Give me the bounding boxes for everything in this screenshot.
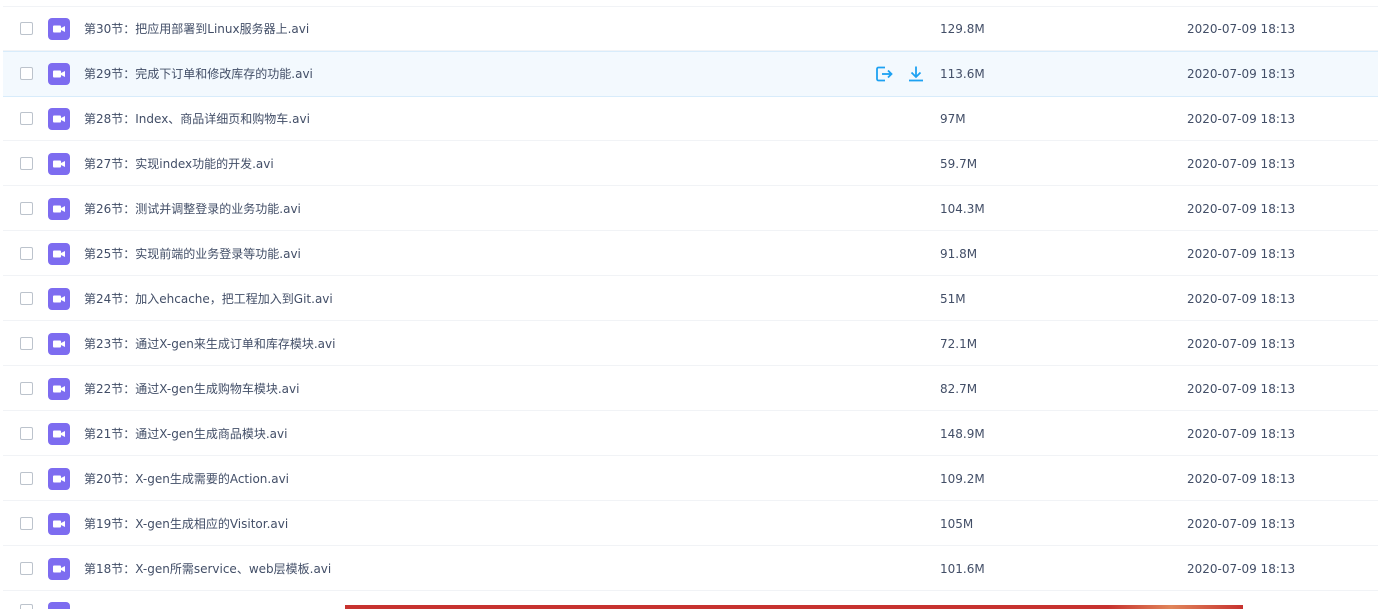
row-checkbox[interactable] (20, 562, 33, 575)
file-size: 82.7M (940, 382, 978, 396)
file-modified-date: 2020-07-09 18:13 (1187, 517, 1296, 531)
share-icon[interactable] (874, 64, 894, 84)
file-size: 51M (940, 292, 966, 306)
file-size: 104.3M (940, 202, 985, 216)
file-modified-date: 2020-07-09 18:13 (1187, 337, 1296, 351)
file-modified-date: 2020-07-09 18:13 (1187, 562, 1296, 576)
file-modified-date: 2020-07-09 18:13 (1187, 202, 1296, 216)
file-modified-date: 2020-07-09 18:13 (1187, 472, 1296, 486)
file-size: 148.9M (940, 427, 985, 441)
file-modified-date: 2020-07-09 18:13 (1187, 157, 1296, 171)
file-row[interactable]: 第20节：X-gen生成需要的Action.avi 109.2M 2020-07… (3, 457, 1378, 501)
video-file-icon (48, 558, 70, 580)
file-size: 101.6M (940, 562, 985, 576)
file-row[interactable]: 第28节：Index、商品详细页和购物车.avi 97M 2020-07-09 … (3, 97, 1378, 141)
file-name[interactable]: 第28节：Index、商品详细页和购物车.avi (84, 111, 310, 127)
download-icon[interactable] (906, 64, 926, 84)
file-modified-date: 2020-07-09 18:13 (1187, 67, 1296, 81)
file-modified-date: 2020-07-09 18:13 (1187, 427, 1296, 441)
file-name[interactable]: 第30节：把应用部署到Linux服务器上.avi (84, 21, 309, 37)
video-file-icon (48, 378, 70, 400)
file-size: 105M (940, 517, 974, 531)
file-modified-date: 2020-07-09 18:13 (1187, 22, 1296, 36)
video-file-icon (48, 333, 70, 355)
row-checkbox[interactable] (20, 67, 33, 80)
video-file-icon (48, 423, 70, 445)
row-checkbox[interactable] (20, 22, 33, 35)
file-size: 129.8M (940, 22, 985, 36)
video-file-icon (48, 288, 70, 310)
file-name[interactable]: 第23节：通过X-gen来生成订单和库存模块.avi (84, 336, 335, 352)
row-checkbox[interactable] (20, 337, 33, 350)
video-file-icon (48, 513, 70, 535)
file-name[interactable]: 第25节：实现前端的业务登录等功能.avi (84, 246, 301, 262)
file-modified-date: 2020-07-09 18:13 (1187, 382, 1296, 396)
file-row[interactable]: 第21节：通过X-gen生成商品模块.avi 148.9M 2020-07-09… (3, 412, 1378, 456)
file-name[interactable]: 第29节：完成下订单和修改库存的功能.avi (84, 66, 313, 82)
row-checkbox[interactable] (20, 202, 33, 215)
row-checkbox[interactable] (20, 157, 33, 170)
bottom-banner-strip (345, 605, 1243, 609)
video-file-icon (48, 153, 70, 175)
row-checkbox[interactable] (20, 292, 33, 305)
file-row[interactable]: 第30节：把应用部署到Linux服务器上.avi 129.8M 2020-07-… (3, 7, 1378, 51)
file-size: 91.8M (940, 247, 978, 261)
file-list: 第30节：把应用部署到Linux服务器上.avi 129.8M 2020-07-… (0, 0, 1379, 609)
file-row[interactable]: 第27节：实现index功能的开发.avi 59.7M 2020-07-09 1… (3, 142, 1378, 186)
file-name[interactable]: 第20节：X-gen生成需要的Action.avi (84, 471, 289, 487)
file-size: 97M (940, 112, 966, 126)
video-file-icon (48, 108, 70, 130)
file-size: 113.6M (940, 67, 985, 81)
video-file-icon (48, 198, 70, 220)
file-size: 109.2M (940, 472, 985, 486)
row-checkbox[interactable] (20, 472, 33, 485)
row-checkbox[interactable] (20, 427, 33, 440)
file-name[interactable]: 第21节：通过X-gen生成商品模块.avi (84, 426, 287, 442)
file-row[interactable]: 第24节：加入ehcache，把工程加入到Git.avi 51M 2020-07… (3, 277, 1378, 321)
video-file-icon (48, 18, 70, 40)
file-name[interactable]: 第27节：实现index功能的开发.avi (84, 156, 274, 172)
row-checkbox[interactable] (20, 247, 33, 260)
video-file-icon (48, 243, 70, 265)
file-row[interactable]: 第29节：完成下订单和修改库存的功能.avi 113.6M 2020-07-09… (3, 51, 1378, 97)
file-size: 59.7M (940, 157, 978, 171)
video-file-icon (48, 602, 70, 609)
video-file-icon (48, 63, 70, 85)
file-row[interactable]: 第26节：测试并调整登录的业务功能.avi 104.3M 2020-07-09 … (3, 187, 1378, 231)
file-name[interactable]: 第22节：通过X-gen生成购物车模块.avi (84, 381, 299, 397)
row-checkbox[interactable] (20, 382, 33, 395)
file-modified-date: 2020-07-09 18:13 (1187, 247, 1296, 261)
video-file-icon (48, 468, 70, 490)
file-row[interactable]: 第19节：X-gen生成相应的Visitor.avi 105M 2020-07-… (3, 502, 1378, 546)
file-modified-date: 2020-07-09 18:13 (1187, 292, 1296, 306)
file-row[interactable]: 第25节：实现前端的业务登录等功能.avi 91.8M 2020-07-09 1… (3, 232, 1378, 276)
file-name[interactable]: 第24节：加入ehcache，把工程加入到Git.avi (84, 291, 333, 307)
file-name[interactable]: 第19节：X-gen生成相应的Visitor.avi (84, 516, 288, 532)
file-name[interactable]: 第26节：测试并调整登录的业务功能.avi (84, 201, 301, 217)
row-checkbox[interactable] (20, 112, 33, 125)
row-checkbox[interactable] (20, 517, 33, 530)
file-row[interactable]: 第22节：通过X-gen生成购物车模块.avi 82.7M 2020-07-09… (3, 367, 1378, 411)
file-name[interactable]: 第18节：X-gen所需service、web层模板.avi (84, 561, 331, 577)
file-size: 72.1M (940, 337, 978, 351)
file-row[interactable]: 第23节：通过X-gen来生成订单和库存模块.avi 72.1M 2020-07… (3, 322, 1378, 366)
file-modified-date: 2020-07-09 18:13 (1187, 112, 1296, 126)
row-checkbox[interactable] (20, 604, 33, 609)
file-row[interactable]: 第18节：X-gen所需service、web层模板.avi 101.6M 20… (3, 547, 1378, 591)
